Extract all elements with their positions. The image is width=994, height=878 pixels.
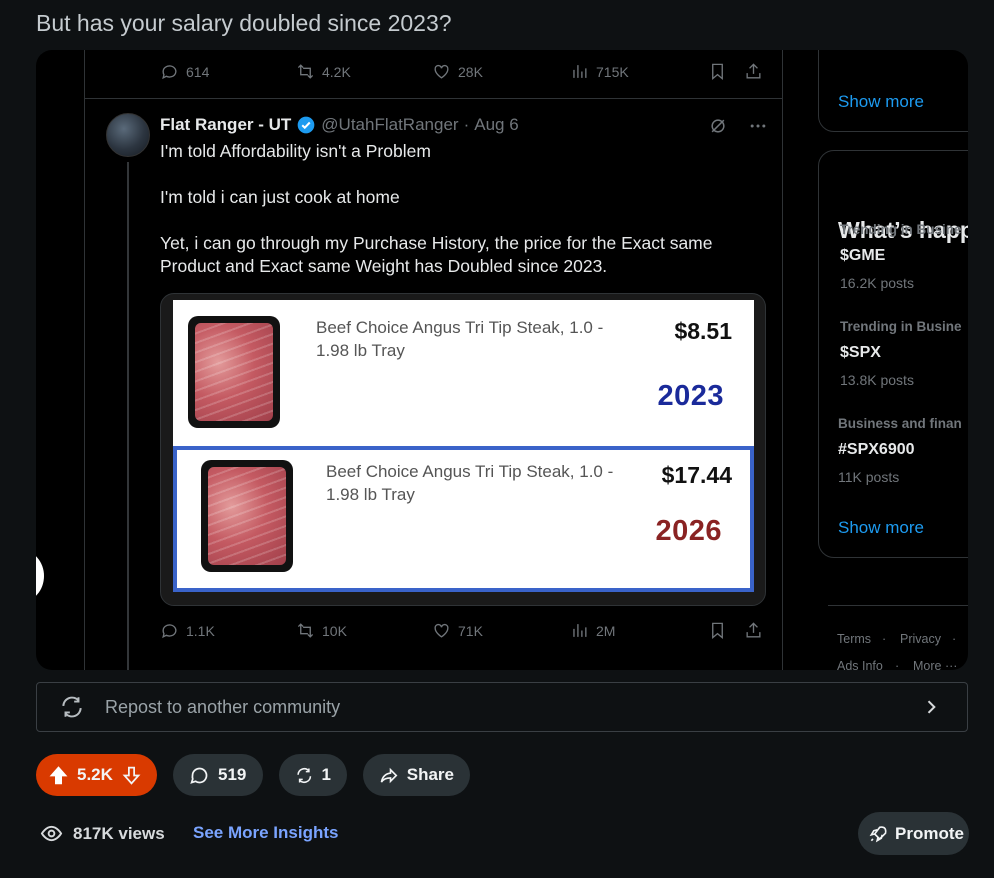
divider [84,50,85,670]
show-more-link[interactable]: Show more [838,518,924,538]
rocket-icon [869,825,887,842]
see-more-insights-link[interactable]: See More Insights [193,823,338,843]
views-count: 817K views [40,822,165,845]
divider [84,98,782,99]
year-label: 2026 [655,515,722,547]
repost-icon [297,623,314,638]
crosspost-icon [297,767,312,783]
separator-dot: · [463,115,470,134]
product-description: 1.98 lb Tray [316,341,405,360]
author-handle[interactable]: @UtahFlatRanger [321,115,458,135]
reply-icon [162,624,177,639]
trend-count: 16.2K posts [840,275,914,291]
trend-name[interactable]: $SPX [840,344,881,362]
trend-category: Trending in Busine [840,222,962,237]
comment-icon [190,767,208,784]
reply-action[interactable]: 614 [160,62,209,81]
share-action[interactable] [744,621,763,640]
divider [828,605,968,606]
author-name[interactable]: Flat Ranger - UT [160,115,291,135]
avatar[interactable] [106,113,150,157]
more-icon[interactable] [748,116,768,136]
trend-name[interactable]: #SPX6900 [838,441,915,459]
trend-category: Trending in Busine [840,319,962,334]
product-description: 1.98 lb Tray [326,485,415,504]
show-more-link[interactable]: Show more [838,92,924,112]
divider [782,50,783,670]
heart-icon [434,64,449,79]
more-link[interactable]: More ··· [913,659,957,670]
chart-bars-icon [573,65,587,78]
bookmark-action[interactable] [708,62,727,81]
footer-dot: · [882,632,887,646]
share-arrow-icon [380,767,398,783]
crosspost-icon [59,694,85,720]
upvote-icon[interactable] [48,765,69,786]
repost-to-community-button[interactable]: Repost to another community [36,682,968,732]
ads-info-link[interactable]: Ads Info [837,659,883,670]
chevron-right-icon [927,700,936,714]
vote-count: 5.2K [77,765,113,784]
verified-badge-icon [297,116,315,134]
crosspost-button[interactable]: 1 [279,754,347,796]
repost-action[interactable]: 4.2K [296,62,351,81]
sidebar-panel [818,50,968,132]
repost-action[interactable]: 10K [296,621,347,640]
promote-button[interactable]: Promote [858,812,969,855]
reply-icon [162,65,177,80]
trend-name[interactable]: $GME [840,247,885,265]
views-action[interactable]: 2M [570,621,615,640]
share-icon [746,622,761,638]
post-title: But has your salary doubled since 2023? [36,10,452,36]
tweet-header: Flat Ranger - UT @UtahFlatRanger · Aug 6 [160,115,519,135]
like-action[interactable]: 71K [432,621,483,640]
embedded-image[interactable]: 614 4.2K 28K 715K Flat Ranger - UT @Utah… [36,50,968,670]
bookmark-icon [712,622,723,640]
price: $8.51 [674,318,732,344]
grok-icon[interactable] [708,116,728,136]
tweet-text: I'm told Affordability isn't a Problem I… [160,141,713,276]
steak-tray-image [201,460,293,572]
tweet-actions-top: 614 4.2K 28K 715K [160,62,770,86]
purchase-card-2023: Beef Choice Angus Tri Tip Steak, 1.0 - 1… [173,300,754,448]
eye-icon [40,825,63,842]
reply-action[interactable]: 1.1K [160,621,215,640]
steak-tray-image [188,316,280,428]
footer-dot: · [895,659,900,670]
year-label: 2023 [657,380,724,412]
trend-category: Business and finan [838,416,962,431]
footer-dot: · [952,632,957,646]
views-action[interactable]: 715K [570,62,629,81]
tweet-media[interactable]: Beef Choice Angus Tri Tip Steak, 1.0 - 1… [160,293,766,606]
product-description: Beef Choice Angus Tri Tip Steak, 1.0 - [326,462,614,481]
repost-icon [297,64,314,79]
carousel-handle[interactable] [36,550,44,602]
heart-icon [434,623,449,638]
tweet-actions-bottom: 1.1K 10K 71K 2M [160,621,770,645]
terms-link[interactable]: Terms [837,632,871,646]
vote-control: 5.2K [36,754,157,796]
tweet-date[interactable]: Aug 6 [474,115,518,135]
downvote-icon[interactable] [121,765,142,786]
trend-count: 11K posts [838,469,900,485]
share-action[interactable] [744,62,763,81]
purchase-card-2026: Beef Choice Angus Tri Tip Steak, 1.0 - 1… [173,446,754,592]
product-description: Beef Choice Angus Tri Tip Steak, 1.0 - [316,318,604,337]
like-action[interactable]: 28K [432,62,483,81]
chart-bars-icon [573,624,587,637]
share-button[interactable]: Share [363,754,470,796]
tweet-menu [708,116,768,136]
share-icon [746,63,761,79]
price: $17.44 [661,462,732,488]
comments-button[interactable]: 519 [173,754,263,796]
privacy-link[interactable]: Privacy [900,632,941,646]
bookmark-icon [712,63,723,81]
trend-count: 13.8K posts [840,372,914,388]
bookmark-action[interactable] [708,621,727,640]
thread-line [127,162,129,670]
repost-label: Repost to another community [105,696,341,717]
